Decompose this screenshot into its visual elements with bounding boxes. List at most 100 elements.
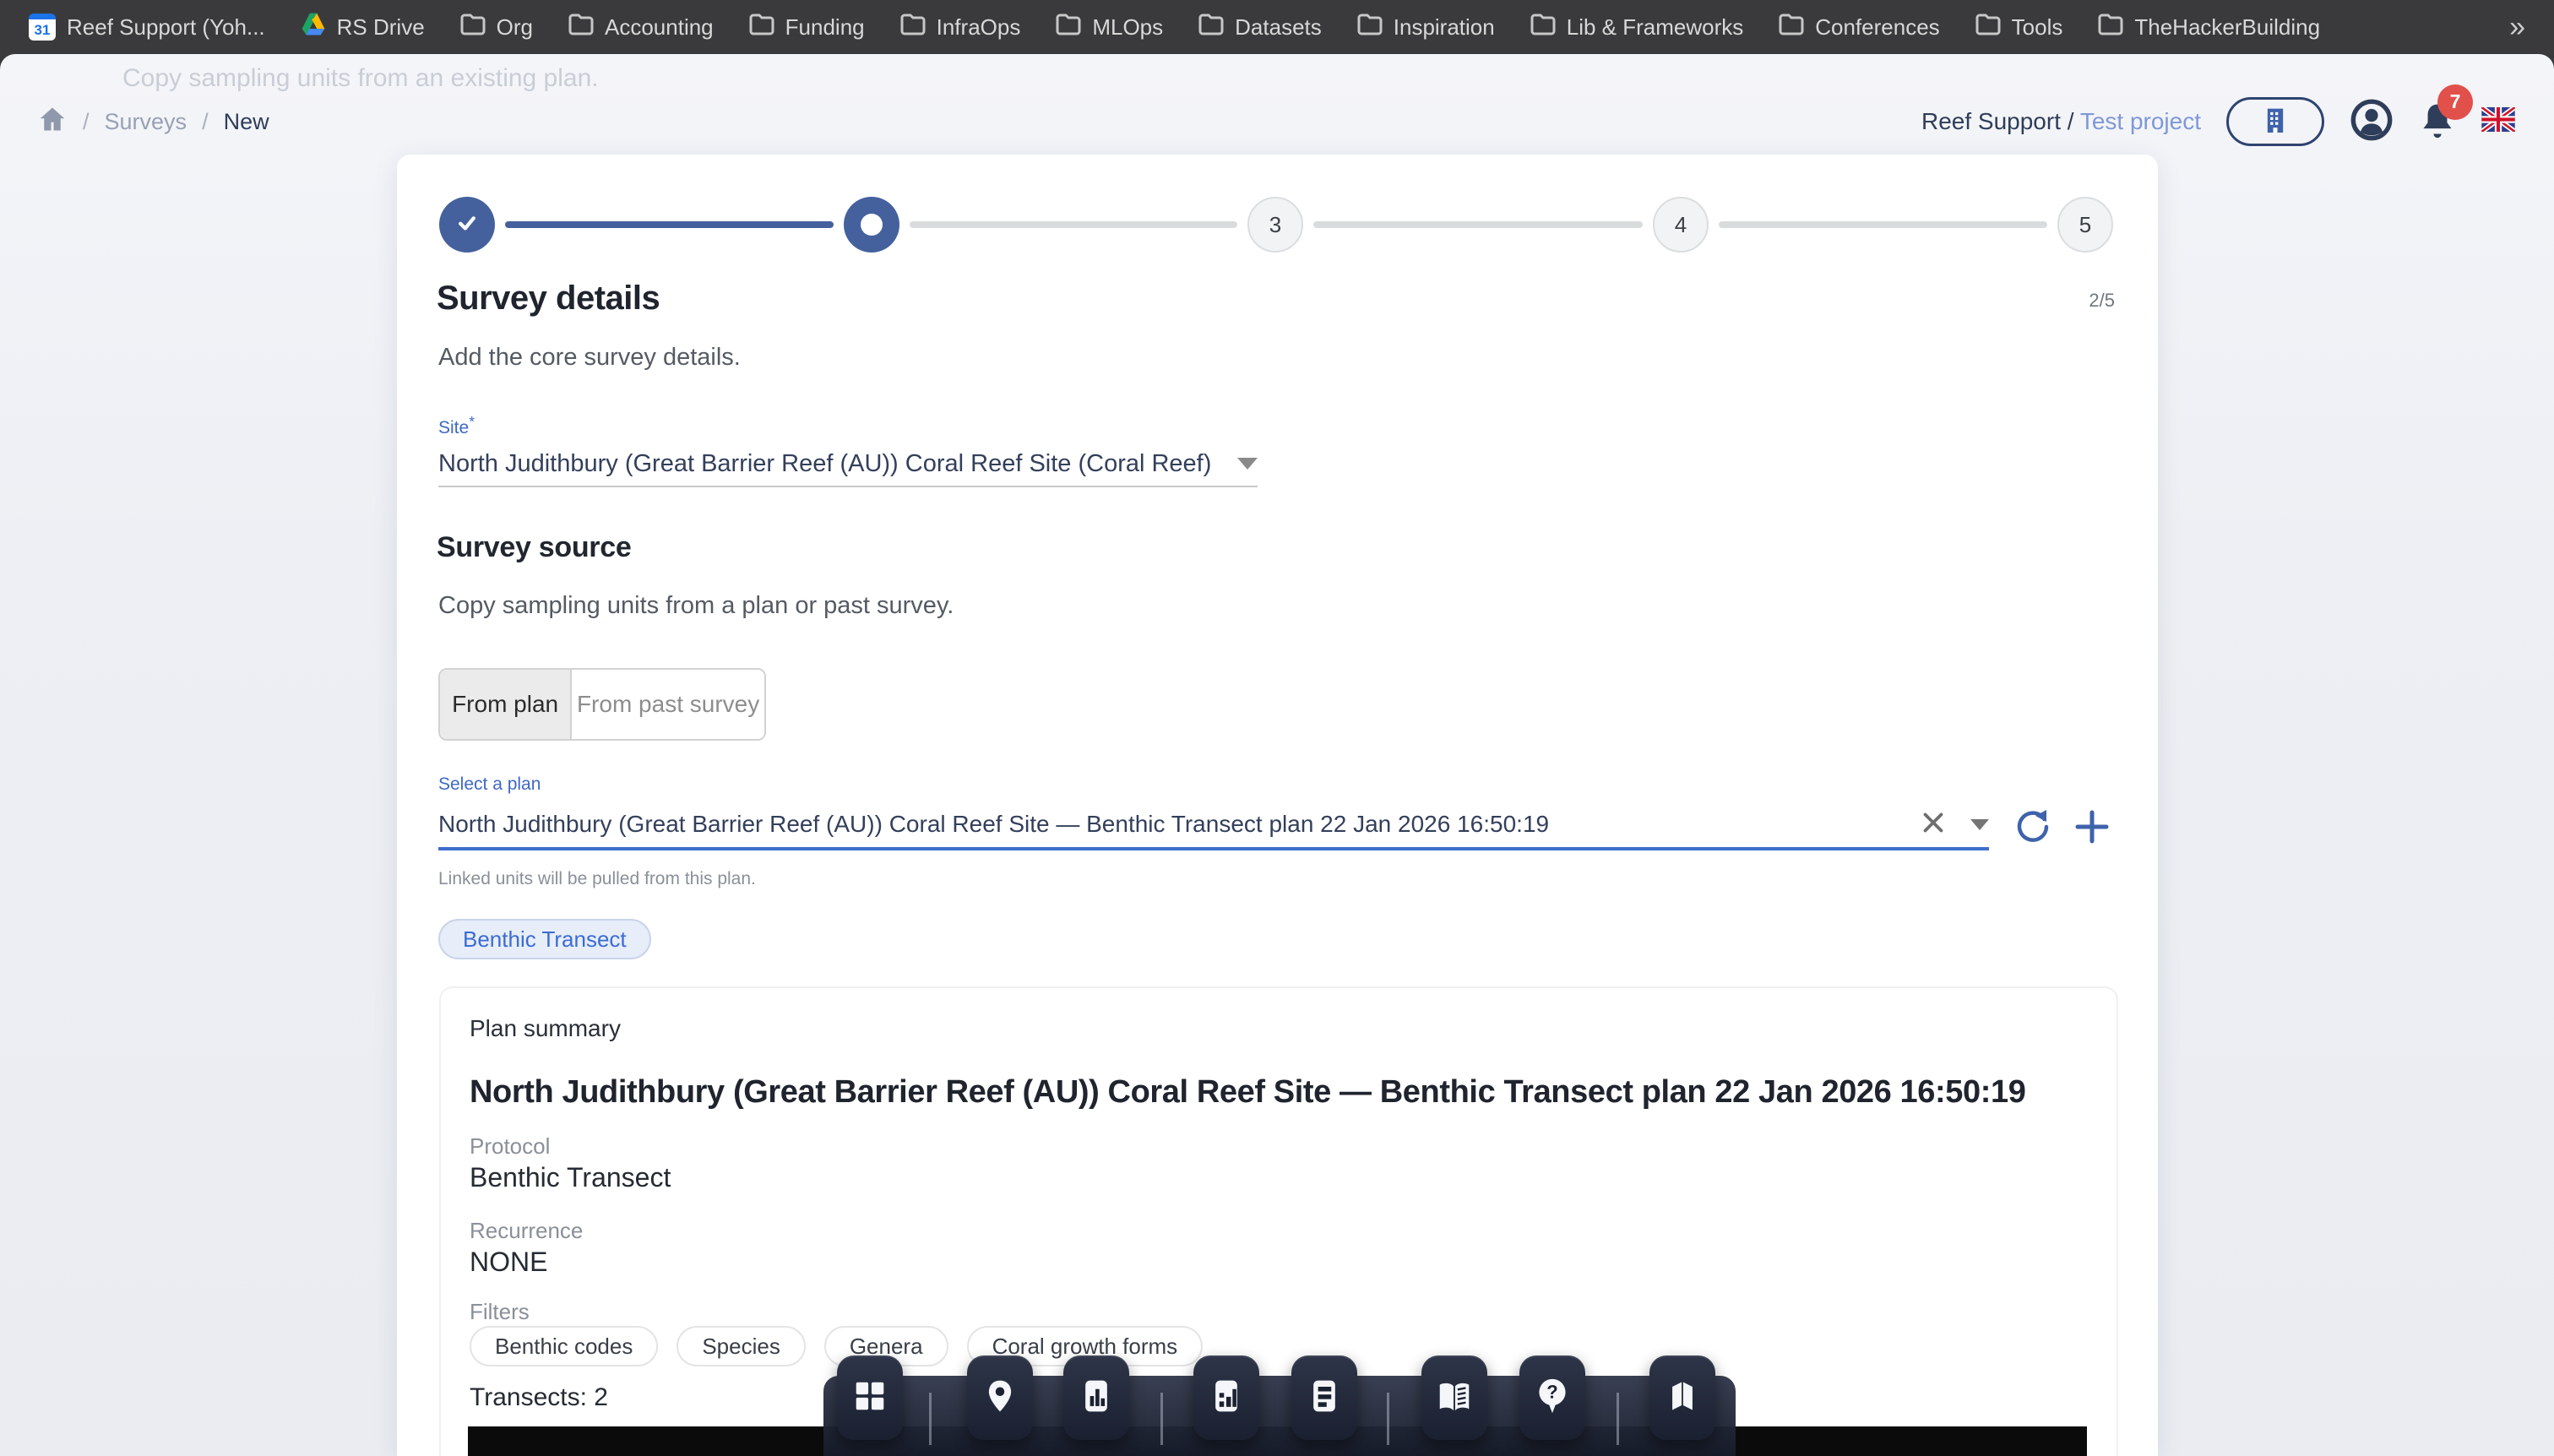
- bookmark-label: Lib & Frameworks: [1567, 14, 1744, 41]
- bookmark-label: RS Drive: [337, 14, 425, 41]
- transects-count: Transects: 2: [470, 1383, 608, 1412]
- bookmark-label: Funding: [785, 14, 865, 41]
- protocol-chip: Benthic Transect: [438, 919, 651, 959]
- select-plan-label: Select a plan: [438, 774, 541, 795]
- dock-field-guide-button[interactable]: [1421, 1355, 1487, 1440]
- survey-source-title: Survey source: [437, 531, 631, 564]
- select-plan-helper-text: Linked units will be pulled from this pl…: [438, 869, 756, 889]
- plan-summary-label: Plan summary: [470, 1015, 621, 1042]
- breadcrumb-surveys[interactable]: Surveys: [105, 109, 187, 135]
- bookmark-tools[interactable]: Tools: [1975, 14, 2063, 41]
- dock-background: [823, 1376, 1736, 1456]
- site-field-label: Site*: [438, 413, 475, 438]
- stepper-step-4[interactable]: 4: [1653, 197, 1709, 253]
- add-plan-button[interactable]: [2072, 807, 2112, 851]
- bookmark-datasets[interactable]: Datasets: [1198, 14, 1322, 41]
- stepper-connector-4: [1719, 221, 2047, 228]
- app-page: Copy sampling units from an existing pla…: [0, 54, 2554, 1456]
- dock-separator: [1387, 1393, 1389, 1445]
- survey-wizard-card: 3 4 5 2/5 Survey details Add the core su…: [397, 155, 2158, 1456]
- folder-icon: [1779, 14, 1804, 41]
- bookmarks-overflow-chevron-icon[interactable]: »: [2509, 11, 2525, 44]
- calendar-31-icon: 31: [29, 14, 56, 41]
- bookmark-accounting[interactable]: Accounting: [568, 14, 714, 41]
- dock-dashboard-button[interactable]: [837, 1355, 903, 1440]
- chevron-down-icon[interactable]: [1970, 819, 1989, 830]
- bookmark-conferences[interactable]: Conferences: [1779, 14, 1939, 41]
- page-subtitle: Add the core survey details.: [438, 344, 741, 372]
- stepper-connector-3: [1313, 221, 1643, 228]
- dock-separator: [929, 1393, 932, 1445]
- tab-from-plan[interactable]: From plan: [440, 670, 572, 739]
- clear-icon[interactable]: [1918, 807, 1948, 842]
- dock-bar-chart-button[interactable]: [1063, 1355, 1129, 1440]
- stepper-step-3[interactable]: 3: [1247, 197, 1303, 253]
- protocol-label: Protocol: [470, 1133, 550, 1160]
- svg-text:?: ?: [1546, 1381, 1557, 1402]
- dashboard-grid-icon: [850, 1377, 889, 1420]
- bookmark-reef-support[interactable]: 31 Reef Support (Yoh...: [29, 14, 265, 41]
- plan-title: North Judithbury (Great Barrier Reef (AU…: [470, 1074, 2025, 1111]
- bell-icon: [2419, 129, 2456, 144]
- language-flag-button[interactable]: [2481, 107, 2515, 136]
- dock-help-button[interactable]: ?: [1519, 1355, 1585, 1440]
- protocol-value: Benthic Transect: [470, 1162, 671, 1193]
- dock-map-pin-button[interactable]: [967, 1355, 1033, 1440]
- refresh-icon: [2013, 836, 2053, 850]
- bookmark-label: TheHackerBuilding: [2134, 14, 2320, 41]
- tab-from-past-survey[interactable]: From past survey: [572, 670, 764, 739]
- filter-chip-species: Species: [677, 1326, 806, 1366]
- home-icon[interactable]: [37, 105, 68, 139]
- folder-icon: [568, 14, 594, 41]
- plus-icon: [2072, 836, 2112, 850]
- bookmark-label: Conferences: [1815, 14, 1939, 41]
- faded-banner-text: Copy sampling units from an existing pla…: [122, 64, 599, 93]
- dock-report-button[interactable]: [1291, 1355, 1357, 1440]
- project-link[interactable]: Test project: [2080, 108, 2201, 134]
- source-toggle-group: From plan From past survey: [438, 668, 766, 741]
- stepper-connector-2: [910, 221, 1237, 228]
- select-plan-autocomplete[interactable]: North Judithbury (Great Barrier Reef (AU…: [438, 801, 1989, 850]
- check-icon: [453, 209, 481, 242]
- breadcrumb-current-new: New: [224, 109, 269, 135]
- breadcrumb: / Surveys / New: [37, 105, 269, 139]
- survey-source-subtitle: Copy sampling units from a plan or past …: [438, 592, 954, 620]
- organization-button[interactable]: [2226, 97, 2324, 146]
- bookmark-label: Tools: [2012, 14, 2063, 41]
- location-pin-icon: [982, 1377, 1018, 1420]
- bookmark-mlops[interactable]: MLOps: [1056, 14, 1163, 41]
- org-name: Reef Support /: [1921, 108, 2074, 134]
- folder-icon: [900, 14, 926, 41]
- bookmark-inspiration[interactable]: Inspiration: [1357, 14, 1495, 41]
- building-icon: [2258, 103, 2292, 141]
- site-select[interactable]: North Judithbury (Great Barrier Reef (AU…: [438, 442, 1258, 487]
- folder-icon: [1357, 14, 1383, 41]
- help-icon: ?: [1534, 1376, 1571, 1421]
- folder-icon: [2098, 14, 2123, 41]
- bookmark-org[interactable]: Org: [460, 14, 533, 41]
- bookmark-lib-frameworks[interactable]: Lib & Frameworks: [1530, 14, 1744, 41]
- bar-chart-icon: [1078, 1377, 1115, 1420]
- bookmark-label: Inspiration: [1394, 14, 1495, 41]
- topbar-right: Reef Support / Test project 7: [1921, 90, 2515, 154]
- dock-map-button[interactable]: [1649, 1355, 1715, 1440]
- field-guide-book-icon: [1435, 1377, 1474, 1420]
- bookmark-thehackerbuilding[interactable]: TheHackerBuilding: [2098, 14, 2320, 41]
- notifications-button[interactable]: 7: [2419, 100, 2456, 144]
- bookmark-funding[interactable]: Funding: [749, 14, 865, 41]
- recurrence-value: NONE: [470, 1247, 547, 1278]
- account-button[interactable]: [2350, 98, 2394, 146]
- folder-icon: [1975, 14, 2001, 41]
- bookmark-rs-drive[interactable]: RS Drive: [301, 12, 425, 43]
- bookmarks-bar: 31 Reef Support (Yoh... RS Drive Org Acc…: [0, 0, 2554, 54]
- folder-icon: [1198, 14, 1224, 41]
- folder-icon: [1530, 14, 1556, 41]
- stepper-step-2-active[interactable]: [844, 197, 899, 253]
- stepper-step-5[interactable]: 5: [2057, 197, 2113, 253]
- dock-analytics-button[interactable]: [1193, 1355, 1259, 1440]
- refresh-plans-button[interactable]: [2013, 807, 2053, 851]
- notification-count-badge: 7: [2437, 84, 2473, 120]
- bookmark-infraops[interactable]: InfraOps: [900, 14, 1021, 41]
- bookmark-label: Datasets: [1235, 14, 1322, 41]
- stepper-step-1-done[interactable]: [439, 197, 495, 253]
